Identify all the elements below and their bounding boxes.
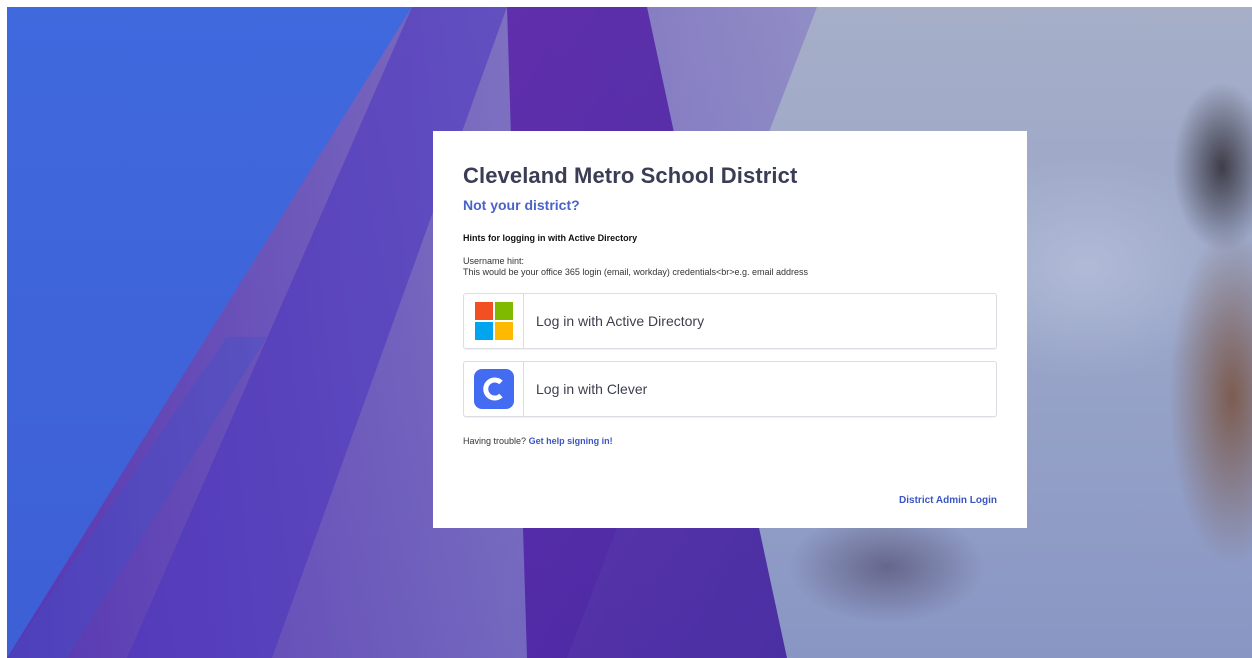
help-prefix: Having trouble?: [463, 436, 527, 446]
active-directory-icon-container: [464, 294, 524, 348]
microsoft-logo-icon: [474, 302, 513, 340]
not-your-district-link[interactable]: Not your district?: [463, 197, 580, 213]
active-directory-login-button[interactable]: Log in with Active Directory: [463, 293, 997, 349]
clever-icon-container: [464, 362, 524, 416]
help-text: Having trouble? Get help signing in!: [463, 436, 613, 446]
active-directory-login-label: Log in with Active Directory: [536, 313, 705, 329]
clever-logo-icon: [473, 369, 514, 409]
clever-login-button[interactable]: Log in with Clever: [463, 361, 997, 417]
get-help-link[interactable]: Get help signing in!: [529, 436, 613, 446]
hints-title: Hints for logging in with Active Directo…: [463, 233, 638, 243]
username-hint: Username hint: This would be your office…: [463, 256, 808, 278]
district-name-title: Cleveland Metro School District: [463, 163, 798, 188]
district-admin-login-link[interactable]: District Admin Login: [899, 495, 997, 506]
login-card: Cleveland Metro School District Not your…: [433, 131, 1027, 528]
clever-login-label: Log in with Clever: [536, 381, 648, 397]
username-hint-text: This would be your office 365 login (ema…: [463, 267, 809, 277]
username-hint-label: Username hint:: [463, 256, 525, 266]
